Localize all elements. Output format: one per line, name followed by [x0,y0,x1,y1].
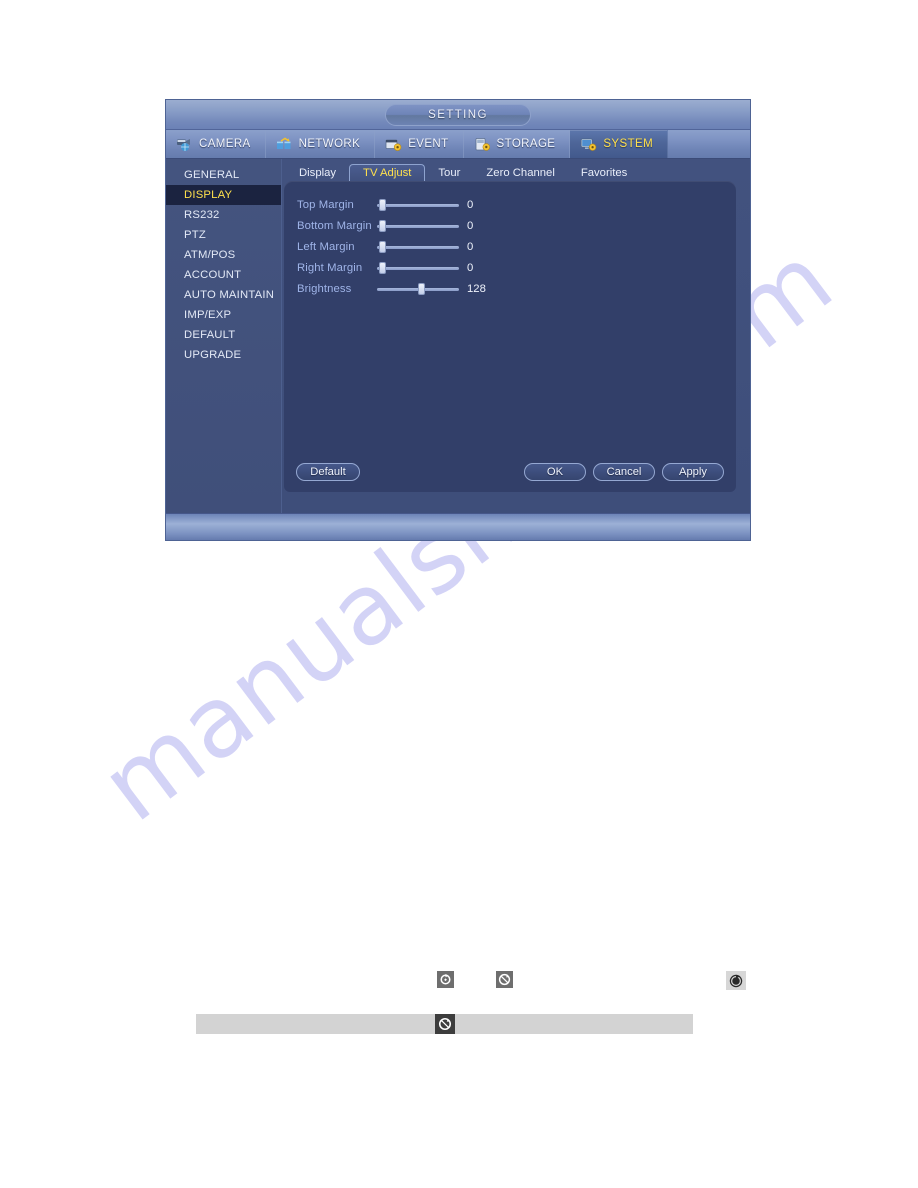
slider-knob[interactable] [378,261,386,274]
row-left-margin: Left Margin 0 [297,236,495,257]
label-brightness: Brightness [297,282,352,295]
row-right-margin: Right Margin 0 [297,257,495,278]
slider-left-margin[interactable] [377,240,459,254]
sidebar-item-atm-pos[interactable]: ATM/POS [166,245,281,265]
sub-tab-strip: Display TV Adjust Tour Zero Channel Favo… [286,161,640,183]
slider-track [377,245,459,249]
row-top-margin: Top Margin 0 [297,194,495,215]
row-brightness: Brightness 128 [297,278,495,299]
tab-network[interactable]: NETWORK [266,130,376,158]
sidebar-item-ptz[interactable]: PTZ [166,225,281,245]
event-icon [385,139,402,151]
label-right-margin: Right Margin [297,261,363,274]
network-icon [276,137,291,149]
label-left-margin: Left Margin [297,240,355,253]
tab-network-label: NETWORK [298,138,361,150]
setting-dialog: SETTING CAMERA NETWORK EVENT STORAGE SYS… [165,99,751,541]
value-bottom-margin: 0 [467,219,474,232]
value-right-margin: 0 [467,261,474,274]
rotate-icon-solid-2 [729,974,743,987]
slider-brightness[interactable] [377,282,459,296]
cancel-button[interactable]: Cancel [593,463,655,481]
dialog-footer-strip [166,513,750,540]
sidebar: GENERAL DISPLAY RS232 PTZ ATM/POS ACCOUN… [166,159,282,514]
apply-button[interactable]: Apply [662,463,724,481]
settings-rows: Top Margin 0 Bottom Margin 0 Left Margin… [297,194,495,299]
dialog-action-buttons: OK Cancel Apply [524,463,724,481]
main-tab-strip: CAMERA NETWORK EVENT STORAGE SYSTEM [166,130,750,159]
tab-camera[interactable]: CAMERA [166,130,266,158]
rotate-icon-solid-box[interactable] [437,971,454,988]
tab-event-label: EVENT [408,138,449,150]
rotate-icon-outline-box[interactable] [496,971,513,988]
slider-bottom-margin[interactable] [377,219,459,233]
slider-track [377,266,459,270]
sidebar-item-display[interactable]: DISPLAY [166,185,281,205]
bottom-gray-bar [196,1014,693,1034]
tab-camera-label: CAMERA [199,138,251,150]
ok-button[interactable]: OK [524,463,586,481]
sidebar-item-default[interactable]: DEFAULT [166,325,281,345]
tab-system[interactable]: SYSTEM [570,130,669,158]
rotate-icon-solid-2-box[interactable] [726,971,746,990]
value-top-margin: 0 [467,198,474,211]
tab-event[interactable]: EVENT [375,130,464,158]
sidebar-item-account[interactable]: ACCOUNT [166,265,281,285]
slider-knob[interactable] [378,198,386,211]
dialog-body: GENERAL DISPLAY RS232 PTZ ATM/POS ACCOUN… [166,159,750,540]
rotate-icon-bar [438,1017,451,1031]
slider-track [377,203,459,207]
tab-storage[interactable]: STORAGE [464,130,571,158]
sidebar-item-general[interactable]: GENERAL [166,165,281,185]
value-brightness: 128 [467,282,486,295]
page-root: manualshive.com SETTING CAMERA [0,0,918,1188]
label-bottom-margin: Bottom Margin [297,219,372,232]
storage-icon [475,137,490,151]
rotate-icon-bar-box[interactable] [434,1014,455,1034]
value-left-margin: 0 [467,240,474,253]
row-bottom-margin: Bottom Margin 0 [297,215,495,236]
tab-storage-label: STORAGE [496,138,556,150]
dialog-title: SETTING [385,104,531,126]
slider-top-margin[interactable] [377,198,459,212]
tv-adjust-panel: Top Margin 0 Bottom Margin 0 Left Margin… [284,181,736,492]
sidebar-item-upgrade[interactable]: UPGRADE [166,345,281,365]
default-button[interactable]: Default [296,463,360,481]
camera-icon [177,138,190,151]
slider-track [377,224,459,228]
rotate-icon-solid [440,973,451,985]
system-icon [581,138,597,151]
sidebar-item-imp-exp[interactable]: IMP/EXP [166,305,281,325]
slider-knob[interactable] [378,240,386,253]
label-top-margin: Top Margin [297,198,354,211]
tab-system-label: SYSTEM [603,138,654,150]
slider-knob[interactable] [378,219,386,232]
slider-right-margin[interactable] [377,261,459,275]
sidebar-item-rs232[interactable]: RS232 [166,205,281,225]
rotate-icon-outline [498,973,511,986]
dialog-titlebar: SETTING [166,100,750,130]
slider-knob[interactable] [418,282,425,295]
sidebar-item-auto-maintain[interactable]: AUTO MAINTAIN [166,285,281,305]
